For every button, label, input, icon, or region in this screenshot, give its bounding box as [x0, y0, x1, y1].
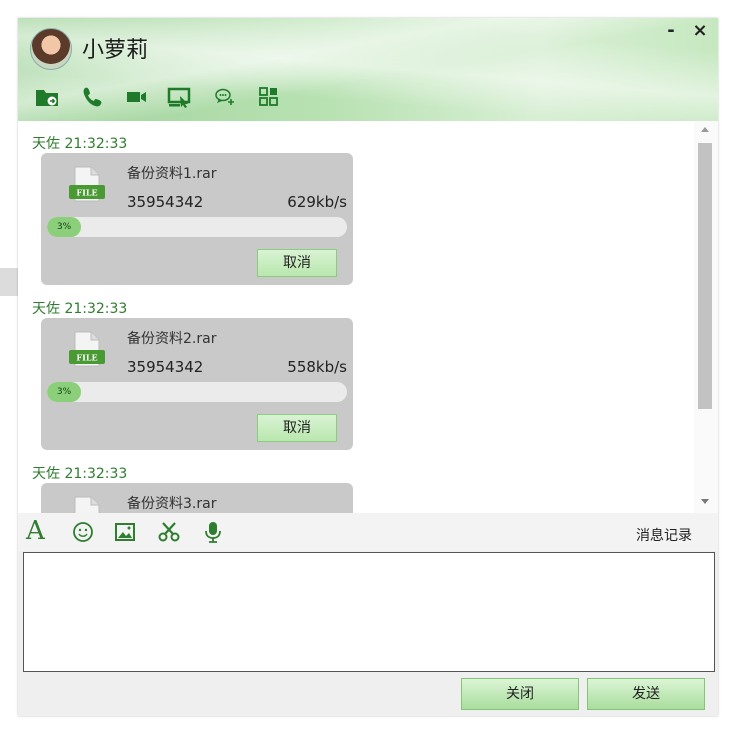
add-chat-icon[interactable]	[212, 84, 238, 110]
chat-window: 小萝莉 - × 天佐 21:32:33 FILE 备份资料1.rar 35954…	[18, 18, 718, 716]
file-icon	[69, 495, 105, 513]
screen-share-icon[interactable]	[166, 84, 192, 110]
transfer-speed: 629kb/s	[287, 193, 347, 211]
chat-history[interactable]: 天佐 21:32:33 FILE 备份资料1.rar 35954342 629k…	[18, 121, 718, 513]
image-icon[interactable]	[112, 519, 138, 545]
file-transfer-card: FILE 备份资料1.rar 35954342 629kb/s 3% 取消	[41, 153, 353, 285]
minimize-button[interactable]: -	[664, 22, 678, 40]
video-call-icon[interactable]	[124, 84, 150, 110]
contact-name: 小萝莉	[82, 38, 149, 63]
scroll-thumb[interactable]	[698, 143, 712, 409]
svg-text:FILE: FILE	[76, 188, 97, 198]
file-name: 备份资料2.rar	[127, 331, 217, 347]
file-size: 35954342	[127, 358, 204, 376]
progress-percent: 3%	[56, 222, 72, 232]
voice-call-icon[interactable]	[80, 84, 106, 110]
file-icon: FILE	[69, 330, 105, 374]
progress-percent: 3%	[56, 387, 72, 397]
background-window-edge	[0, 268, 18, 296]
file-name: 备份资料1.rar	[127, 166, 217, 182]
transfer-progress-bar: 3%	[47, 382, 347, 402]
apps-grid-icon[interactable]	[256, 84, 282, 110]
send-file-icon[interactable]	[34, 84, 60, 110]
message-history-link[interactable]: 消息记录	[636, 525, 692, 545]
file-transfer-card: 备份资料3.rar	[41, 483, 353, 513]
scissors-icon[interactable]	[156, 519, 182, 545]
chat-scrollbar[interactable]	[694, 121, 718, 513]
close-button[interactable]: 关闭	[461, 678, 579, 710]
message-sender-time: 天佐 21:32:33	[32, 136, 128, 152]
emoji-icon[interactable]	[70, 519, 96, 545]
input-toolbar: A 消息记录	[18, 513, 718, 551]
microphone-icon[interactable]	[200, 519, 226, 545]
scroll-up-arrow-icon[interactable]	[701, 127, 709, 132]
close-window-button[interactable]: ×	[692, 22, 708, 40]
svg-text:FILE: FILE	[76, 353, 97, 363]
transfer-speed: 558kb/s	[287, 358, 347, 376]
message-input[interactable]	[23, 552, 715, 672]
file-icon: FILE	[69, 165, 105, 209]
font-style-icon[interactable]: A	[26, 517, 52, 545]
transfer-progress-bar: 3%	[47, 217, 347, 237]
cancel-transfer-button[interactable]: 取消	[257, 249, 337, 277]
send-button[interactable]: 发送	[587, 678, 705, 710]
file-transfer-card: FILE 备份资料2.rar 35954342 558kb/s 3% 取消	[41, 318, 353, 450]
contact-avatar[interactable]	[30, 28, 72, 70]
cancel-transfer-button[interactable]: 取消	[257, 414, 337, 442]
message-sender-time: 天佐 21:32:33	[32, 466, 128, 482]
file-size: 35954342	[127, 193, 204, 211]
footer-bar: 关闭 发送	[18, 674, 718, 716]
scroll-down-arrow-icon[interactable]	[701, 499, 709, 504]
message-sender-time: 天佐 21:32:33	[32, 301, 128, 317]
file-name: 备份资料3.rar	[127, 496, 217, 512]
title-bar: 小萝莉 - ×	[18, 18, 718, 121]
